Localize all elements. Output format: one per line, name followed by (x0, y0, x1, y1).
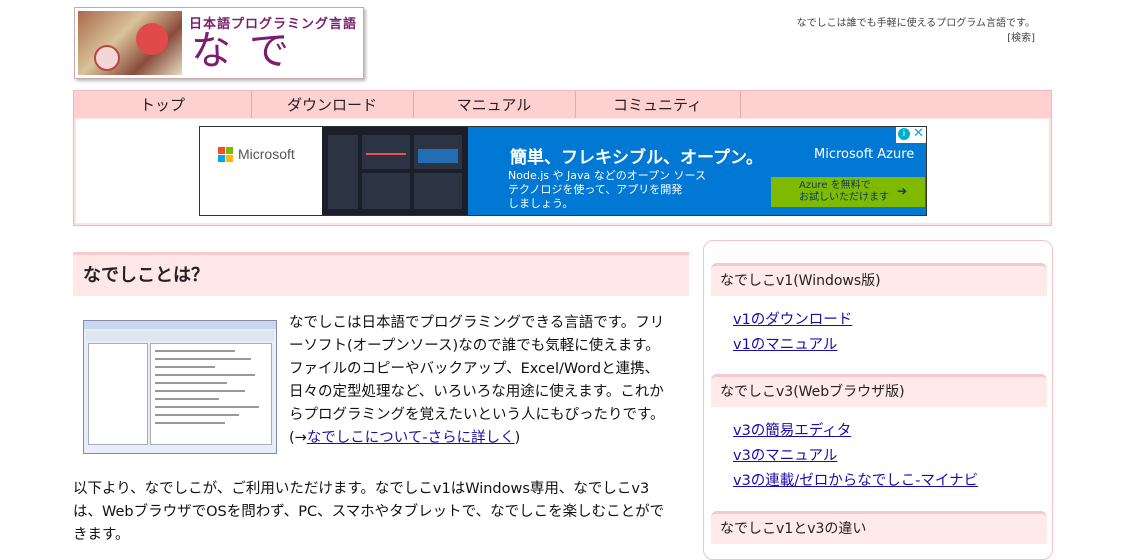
sidebar-section-diff-title: なでしこv1とv3の違い (711, 511, 1047, 544)
arrow-right-icon: ➔ (896, 184, 907, 198)
more-about-nadesiko-link[interactable]: なでしこについて-さらに詳しく (307, 430, 515, 446)
info-icon[interactable]: i (898, 128, 910, 140)
nav-item-download[interactable]: ダウンロード (251, 91, 414, 118)
sidebar-link-v1-download[interactable]: v1のダウンロード (733, 308, 852, 329)
sidebar: なでしこv1(Windows版) v1のダウンロード v1のマニュアル なでしこ… (703, 240, 1053, 560)
sidebar-section-v3-title: なでしこv3(Webブラウザ版) (711, 374, 1047, 407)
header-tagline-block: なでしこは誰でも手軽に使えるプログラム言語です。 [検索] (797, 16, 1035, 46)
intro-close-paren: ) (514, 430, 521, 446)
ad-body-line: Node.js や Java などのオープン ソース (508, 169, 707, 182)
sidebar-section-v1-title: なでしこv1(Windows版) (711, 263, 1047, 296)
tagline-text: なでしこは誰でも手軽に使えるプログラム言語です。 (796, 18, 1035, 29)
intro-paragraph: なでしこは日本語でプログラミングできる言語です。フリーソフト(オープンソース)な… (289, 312, 669, 450)
logo-title: なでしこ (191, 28, 307, 78)
ad-brand: Microsoft Azure (814, 147, 915, 162)
ad-advertiser-panel: Microsoft (200, 127, 322, 215)
nav-item-community[interactable]: コミュニティ (575, 91, 741, 118)
sidebar-link-v3-manual[interactable]: v3のマニュアル (733, 444, 837, 465)
ad-body-line: テクノロジを使って、アプリを開発 (508, 183, 683, 196)
logo-flower-graphic (94, 45, 120, 71)
ad-dashboard-image (322, 127, 468, 215)
sidebar-link-v3-series[interactable]: v3の連載/ゼロからなでしこ-マイナビ (733, 469, 978, 490)
microsoft-logo-icon (218, 147, 234, 163)
ad-advertiser-name: Microsoft (238, 146, 295, 162)
close-icon[interactable]: ✕ (913, 127, 924, 141)
ad-headline: 簡単、フレキシブル、オープン。 (510, 148, 763, 168)
nav-bar: トップ ダウンロード マニュアル コミュニティ (74, 91, 1051, 118)
ad-body-text: Node.js や Java などのオープン ソース テクノロジを使って、アプリ… (508, 169, 706, 211)
sidebar-link-v3-editor[interactable]: v3の簡易エディタ (733, 419, 851, 440)
logo-sun-graphic (136, 23, 168, 55)
ad-cta-button[interactable]: Azure を無料で お試しいただけます ➔ (771, 177, 925, 207)
page-title: なでしことは？ (73, 252, 689, 296)
intro-text: なでしこは日本語でプログラミングできる言語です。フリーソフト(オープンソース)な… (289, 315, 665, 446)
site-logo[interactable]: 日本語プログラミング言語 なでしこ (74, 7, 364, 79)
ad-body-line: しましょう。 (508, 197, 574, 210)
sidebar-link-v1-manual[interactable]: v1のマニュアル (733, 333, 837, 354)
ad-choices[interactable]: i ✕ (896, 127, 926, 143)
advertisement-banner[interactable]: Microsoft 簡単、フレキシブル、オープン。 Node.js や Java… (199, 126, 927, 216)
nav-item-manual[interactable]: マニュアル (413, 91, 576, 118)
main-content: なでしことは？ なでしこは日本語でプログラミングできる言語です。フリーソフト(オ… (73, 252, 689, 543)
availability-paragraph: 以下より、なでしこが、ご利用いただけます。なでしこv1はWindows専用、なで… (73, 481, 665, 543)
nav-item-top[interactable]: トップ (74, 91, 252, 118)
nadesiko-editor-screenshot (83, 320, 277, 454)
logo-artwork (78, 11, 182, 75)
search-link[interactable]: [検索] (797, 31, 1035, 46)
